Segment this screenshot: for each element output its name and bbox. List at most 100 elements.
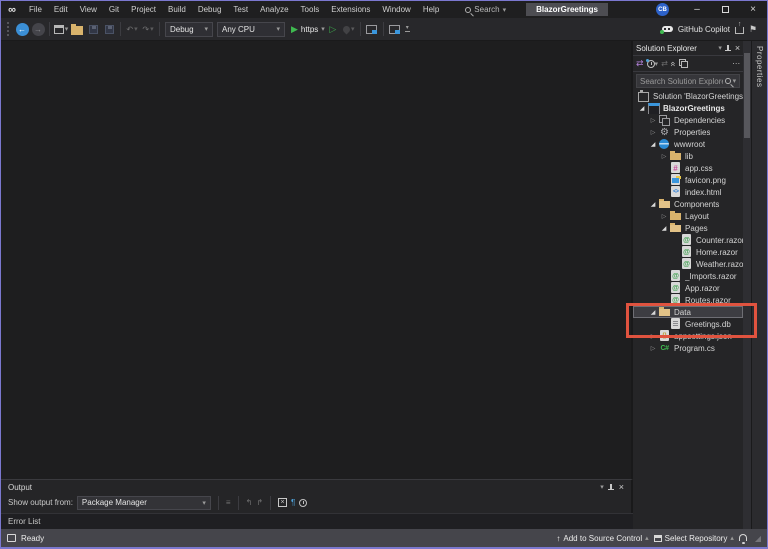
- menu-item-window[interactable]: Window: [376, 1, 416, 18]
- tree-item-wwwroot[interactable]: ◢wwwroot: [633, 138, 743, 150]
- tree-item-app-razor[interactable]: App.razor: [633, 282, 743, 294]
- solution-explorer-scrollbar[interactable]: [743, 41, 751, 529]
- tree-item-appsettings-json[interactable]: ▷appsettings.json: [633, 330, 743, 342]
- tree-item-data[interactable]: ◢Data: [633, 306, 743, 318]
- toggle-word-wrap-button[interactable]: ¶: [291, 498, 295, 507]
- search-box[interactable]: Search ▾: [459, 4, 512, 15]
- open-folder-button[interactable]: [69, 21, 85, 38]
- menu-item-git[interactable]: Git: [103, 1, 125, 18]
- share-icon[interactable]: [735, 27, 744, 34]
- tree-item-index-html[interactable]: index.html: [633, 186, 743, 198]
- tree-item-lib[interactable]: ▷lib: [633, 150, 743, 162]
- expander-open-icon[interactable]: ◢: [637, 105, 647, 112]
- show-timestamps-button[interactable]: [299, 499, 307, 507]
- tab-properties[interactable]: Properties: [755, 46, 764, 87]
- navigate-forward-button[interactable]: →: [30, 21, 46, 38]
- close-button[interactable]: ×: [739, 1, 767, 18]
- expander-closed-icon[interactable]: ▷: [648, 345, 658, 352]
- solution-explorer-search-input[interactable]: Search Solution Explorer (C ▾: [636, 74, 740, 88]
- add-to-source-control-button[interactable]: ↑ Add to Source Control ▴: [556, 534, 648, 543]
- save-button[interactable]: [85, 21, 101, 38]
- close-icon[interactable]: ×: [619, 482, 624, 492]
- tree-item-greetings-db[interactable]: Greetings.db: [633, 318, 743, 330]
- find-message-button[interactable]: ≡: [226, 498, 231, 507]
- expander-closed-icon[interactable]: ▷: [648, 129, 658, 136]
- expander-open-icon[interactable]: ◢: [648, 201, 658, 208]
- clear-all-output-button[interactable]: ×: [278, 498, 287, 507]
- expander-open-icon[interactable]: ◢: [648, 141, 658, 148]
- hot-reload-button[interactable]: ▾: [341, 21, 357, 38]
- toolbar-more-button[interactable]: ⋯: [732, 59, 740, 68]
- switch-views-icon[interactable]: ⇄: [636, 58, 644, 69]
- menu-item-build[interactable]: Build: [162, 1, 192, 18]
- close-icon[interactable]: ×: [735, 43, 740, 53]
- feedback-window-button[interactable]: [387, 21, 403, 38]
- tree-item-properties[interactable]: ▷Properties: [633, 126, 743, 138]
- menu-item-view[interactable]: View: [74, 1, 103, 18]
- configuration-dropdown[interactable]: Debug ▾: [165, 22, 213, 37]
- collapse-all-button[interactable]: «: [671, 59, 676, 69]
- expander-open-icon[interactable]: ◢: [648, 309, 658, 316]
- platform-dropdown[interactable]: Any CPU ▾: [217, 22, 285, 37]
- tree-item-routes-razor[interactable]: Routes.razor: [633, 294, 743, 306]
- menu-item-test[interactable]: Test: [227, 1, 254, 18]
- menu-item-debug[interactable]: Debug: [192, 1, 228, 18]
- pin-icon[interactable]: [725, 44, 732, 53]
- toolbar-drag-handle[interactable]: [7, 22, 10, 36]
- tree-item-weather-razor[interactable]: Weather.razor: [633, 258, 743, 270]
- tree-item-pages[interactable]: ◢Pages: [633, 222, 743, 234]
- save-all-button[interactable]: [101, 21, 117, 38]
- new-project-button[interactable]: ▾: [53, 21, 69, 38]
- tree-item-app-css[interactable]: app.css: [633, 162, 743, 174]
- tree-item-solution-blazorgreetings-1[interactable]: Solution 'BlazorGreetings' (1: [633, 90, 743, 102]
- next-message-button[interactable]: ↱: [256, 498, 263, 507]
- live-share-button[interactable]: [364, 21, 380, 38]
- expander-closed-icon[interactable]: ▷: [648, 117, 658, 124]
- send-feedback-icon[interactable]: ⚑: [749, 24, 757, 35]
- tree-item-imports-razor[interactable]: _Imports.razor: [633, 270, 743, 282]
- tree-item-favicon-png[interactable]: favicon.png: [633, 174, 743, 186]
- pending-changes-filter-button[interactable]: ▾: [647, 60, 659, 68]
- expander-closed-icon[interactable]: ▷: [648, 333, 658, 340]
- tree-item-dependencies[interactable]: ▷Dependencies: [633, 114, 743, 126]
- menu-item-extensions[interactable]: Extensions: [325, 1, 376, 18]
- pane-options-dropdown[interactable]: ▾: [600, 483, 604, 491]
- notifications-bell-icon[interactable]: [739, 534, 747, 541]
- output-source-dropdown[interactable]: Package Manager ▾: [77, 496, 211, 510]
- expander-closed-icon[interactable]: ▷: [659, 153, 669, 160]
- menu-item-analyze[interactable]: Analyze: [254, 1, 294, 18]
- menu-item-project[interactable]: Project: [125, 1, 162, 18]
- tree-item-home-razor[interactable]: Home.razor: [633, 246, 743, 258]
- maximize-button[interactable]: [711, 1, 739, 18]
- tree-item-counter-razor[interactable]: Counter.razor: [633, 234, 743, 246]
- toolbar-overflow-button[interactable]: ▾: [405, 26, 410, 32]
- sync-with-active-document-button[interactable]: ⇄: [661, 59, 668, 68]
- undo-button[interactable]: ↶▾: [124, 21, 140, 38]
- start-debugging-button[interactable]: ▶ https ▾: [291, 21, 325, 38]
- menu-item-edit[interactable]: Edit: [48, 1, 74, 18]
- expander-open-icon[interactable]: ◢: [659, 225, 669, 232]
- start-without-debugging-button[interactable]: ▷: [325, 21, 341, 38]
- minimize-button[interactable]: –: [683, 1, 711, 18]
- account-avatar[interactable]: CB: [656, 3, 669, 16]
- redo-button[interactable]: ↷▾: [140, 21, 156, 38]
- menu-item-tools[interactable]: Tools: [295, 1, 326, 18]
- tree-item-layout[interactable]: ▷Layout: [633, 210, 743, 222]
- show-all-files-button[interactable]: [679, 59, 688, 68]
- navigate-back-button[interactable]: ←: [14, 21, 30, 38]
- menu-item-file[interactable]: File: [23, 1, 48, 18]
- previous-message-button[interactable]: ↰: [246, 498, 253, 507]
- scrollbar-thumb[interactable]: [744, 53, 750, 138]
- menu-item-help[interactable]: Help: [417, 1, 445, 18]
- pin-icon[interactable]: [608, 483, 615, 492]
- tree-item-blazorgreetings[interactable]: ◢BlazorGreetings: [633, 102, 743, 114]
- resize-grip[interactable]: ◢: [755, 534, 761, 543]
- tree-item-program-cs[interactable]: ▷Program.cs: [633, 342, 743, 354]
- github-copilot-button[interactable]: GitHub Copilot ⚑: [662, 24, 757, 35]
- select-repository-button[interactable]: Select Repository ▴: [654, 534, 734, 543]
- pane-options-dropdown[interactable]: ▾: [718, 44, 722, 52]
- tree-item-components[interactable]: ◢Components: [633, 198, 743, 210]
- chevron-down-icon: ▾: [406, 26, 409, 30]
- error-list-tab[interactable]: Error List: [1, 513, 633, 529]
- expander-closed-icon[interactable]: ▷: [659, 213, 669, 220]
